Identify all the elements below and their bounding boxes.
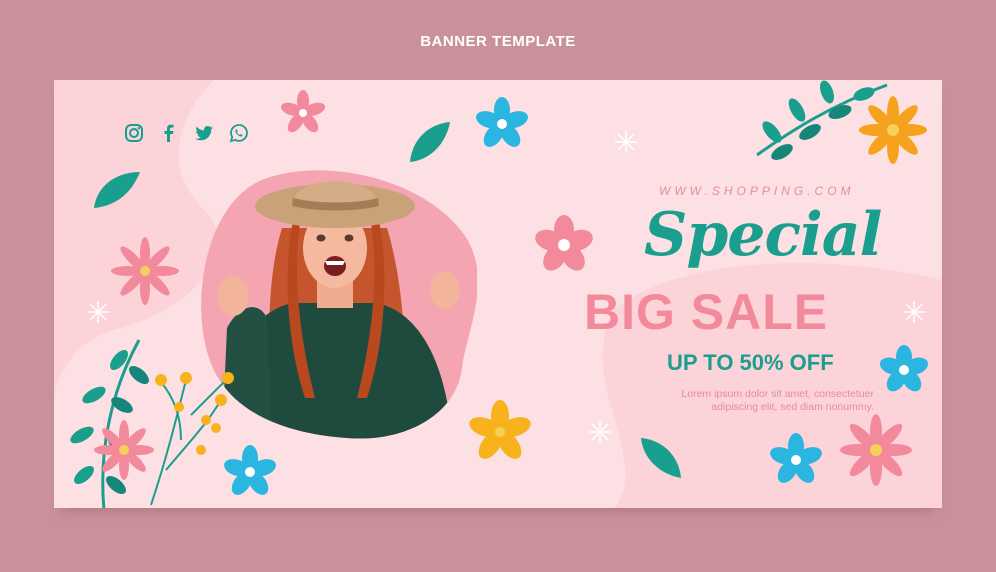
pink-flower-center [535, 215, 593, 271]
pink-flower-top [280, 90, 326, 133]
blue-flower-bottom-right [770, 433, 822, 483]
page-title: BANNER TEMPLATE [420, 33, 576, 50]
leaf-top-left [94, 172, 140, 208]
instagram-icon[interactable] [124, 123, 144, 143]
leaf-bottom-right [641, 438, 681, 478]
pink-flower-bottom-left [94, 420, 154, 480]
body-text: Lorem ipsum dolor sit amet, consectetuer… [654, 388, 874, 414]
pink-flower-bottom-right [840, 414, 912, 486]
orange-flower-top-right [859, 96, 927, 164]
leaf-top-center [410, 122, 450, 162]
sparkle-icon [87, 301, 109, 323]
twitter-icon[interactable] [194, 123, 214, 143]
yellow-flower-bottom [469, 400, 531, 459]
blue-flower-bottom-left [224, 445, 276, 495]
website-url[interactable]: WWW.SHOPPING.COM [659, 184, 855, 198]
sparkle-icon [903, 301, 925, 323]
sparkle-icon [615, 131, 637, 153]
facebook-icon[interactable] [159, 123, 179, 143]
woman-photo [201, 170, 477, 439]
body-text-line: adipiscing elit, sed diam nonummy. [711, 401, 874, 413]
pink-flower-left [111, 237, 179, 305]
blue-flower-top [476, 97, 528, 147]
social-icons [124, 123, 249, 143]
discount-text: UP TO 50% OFF [667, 350, 834, 375]
sale-banner: WWW.SHOPPING.COM Special BIG SALE UP TO … [54, 80, 942, 508]
whatsapp-icon[interactable] [229, 123, 249, 143]
blue-flower-right [879, 345, 929, 392]
headline: Special [644, 200, 882, 270]
subheadline: BIG SALE [584, 284, 829, 340]
body-text-line: Lorem ipsum dolor sit amet, consectetuer [681, 388, 874, 400]
sparkle-icon [589, 421, 611, 443]
